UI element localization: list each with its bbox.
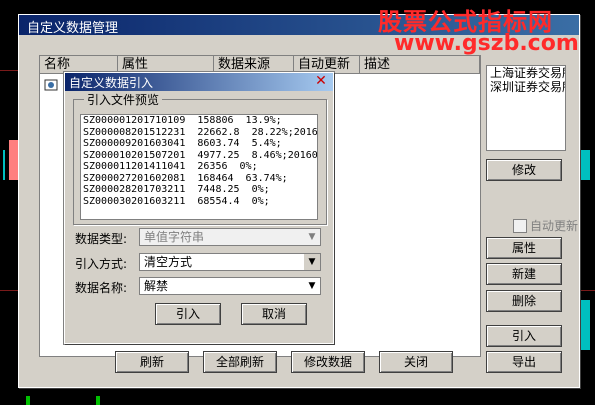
data-item-icon	[44, 78, 58, 92]
data-type-value: 单值字符串	[144, 230, 205, 244]
preview-line: SZ000027201602081 168464 63.74%;	[83, 172, 288, 184]
preview-line: SZ000028201703211 7448.25 0%;	[83, 184, 270, 195]
refresh-button[interactable]: 刷新	[115, 351, 189, 373]
preview-line: SZ000008201512231 22662.8 28.22%;20160	[83, 126, 318, 138]
title-bar: 自定义数据引入 ✕	[65, 73, 333, 91]
file-preview[interactable]: SZ000001201710109 158806 13.9%; SZ000008…	[80, 114, 318, 220]
import-mode-select[interactable]: 清空方式 ▼	[139, 253, 321, 271]
auto-update-label: 自动更新	[530, 219, 579, 233]
preview-group: 引入文件预览 SZ000001201710109 158806 13.9%; S…	[73, 91, 327, 225]
preview-line: SZ000010201507201 4977.25 8.46%;201607	[83, 149, 318, 161]
preview-line: SZ000001201710109 158806 13.9%;	[83, 115, 282, 126]
export-button[interactable]: 导出	[486, 351, 562, 373]
preview-line: SZ000030201603211 68554.4 0%;	[83, 195, 270, 207]
new-button[interactable]: 新建	[486, 263, 562, 285]
preview-line: SZ000009201603041 8603.74 5.4%;	[83, 138, 282, 149]
list-item[interactable]: 上海证券交易所	[487, 66, 565, 80]
modify-data-button[interactable]: 修改数据	[291, 351, 365, 373]
column-header-description[interactable]: 描述	[360, 56, 480, 74]
close-button[interactable]: 关闭	[379, 351, 453, 373]
chart-candle	[580, 150, 590, 180]
chevron-down-icon[interactable]: ▼	[304, 278, 320, 294]
watermark-url: www.gszb.com	[394, 31, 579, 56]
import-mode-label: 引入方式:	[75, 257, 128, 271]
chart-candle	[96, 396, 100, 405]
close-icon[interactable]: ✕	[313, 74, 329, 88]
data-type-select: 单值字符串 ▼	[139, 228, 321, 246]
chart-candle	[26, 396, 30, 405]
chevron-down-icon[interactable]: ▼	[303, 254, 320, 270]
import-button[interactable]: 引入	[486, 325, 562, 347]
property-button[interactable]: 属性	[486, 237, 562, 259]
delete-button[interactable]: 删除	[486, 290, 562, 312]
exchange-list[interactable]: 上海证券交易所 深圳证券交易所	[486, 65, 566, 151]
modify-button[interactable]: 修改	[486, 159, 562, 181]
list-item[interactable]: 深圳证券交易所	[487, 80, 565, 94]
data-name-value: 解禁	[144, 279, 169, 293]
data-name-label: 数据名称:	[75, 281, 128, 295]
import-ok-button[interactable]: 引入	[155, 303, 221, 325]
auto-update-checkbox[interactable]	[513, 219, 527, 233]
data-type-label: 数据类型:	[75, 232, 128, 246]
chart-candle	[580, 300, 590, 350]
dialog-title: 自定义数据引入	[69, 76, 154, 90]
dialog-title: 自定义数据管理	[27, 21, 119, 36]
chart-gridline	[0, 70, 18, 71]
data-name-combo[interactable]: 解禁 ▼	[139, 277, 321, 295]
chart-candle	[3, 150, 5, 180]
refresh-all-button[interactable]: 全部刷新	[203, 351, 277, 373]
import-mode-value: 清空方式	[144, 255, 193, 269]
custom-data-import-dialog: 自定义数据引入 ✕ 引入文件预览 SZ000001201710109 15880…	[64, 72, 334, 344]
preview-line: SZ000011201411041 26356 0%;	[83, 161, 258, 172]
cancel-button[interactable]: 取消	[241, 303, 307, 325]
chevron-down-icon: ▼	[308, 232, 316, 242]
preview-label: 引入文件预览	[84, 91, 163, 108]
